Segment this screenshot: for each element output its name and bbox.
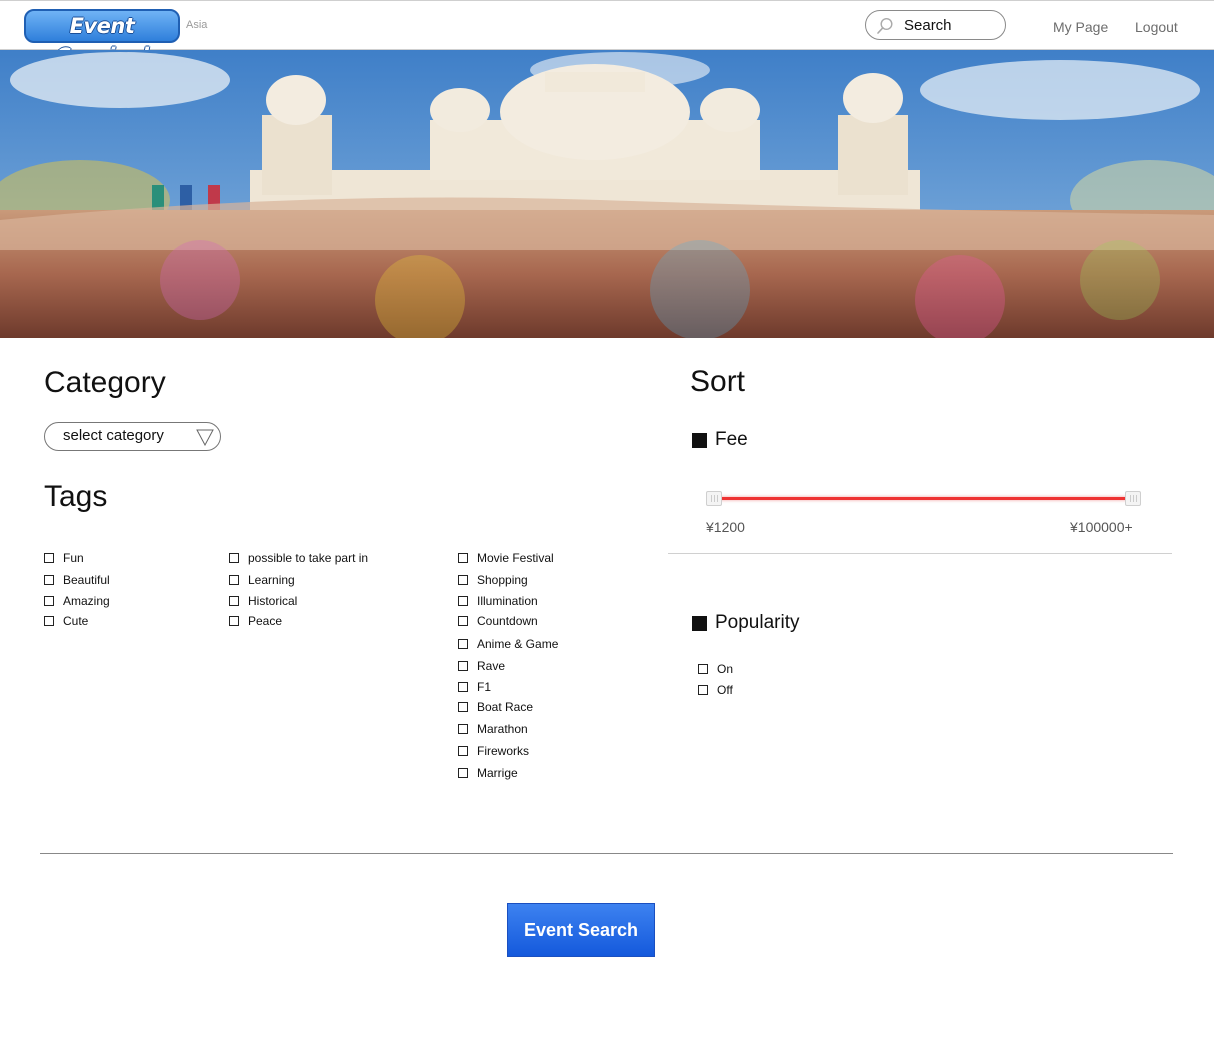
- square-bullet-icon: [692, 615, 707, 631]
- search-input[interactable]: [904, 16, 999, 34]
- tag-label: possible to take part in: [248, 551, 369, 565]
- checkbox[interactable]: [458, 575, 468, 585]
- tags-heading: Tags: [44, 480, 108, 513]
- tag-label: Illumination: [477, 594, 538, 608]
- category-select[interactable]: select category: [44, 422, 221, 451]
- checkbox[interactable]: [458, 661, 468, 671]
- event-carnival-logo[interactable]: Event Carnival: [24, 9, 180, 68]
- tag-checkbox-beautiful[interactable]: Beautiful: [44, 572, 110, 588]
- checkbox[interactable]: [44, 616, 54, 626]
- popularity-option-label: Off: [717, 683, 733, 697]
- fee-max-handle[interactable]: [1125, 491, 1141, 506]
- tag-label: Amazing: [63, 594, 110, 608]
- tag-checkbox-countdown[interactable]: Countdown: [458, 613, 538, 629]
- popularity-checkbox-on[interactable]: On: [698, 661, 733, 677]
- popularity-checkbox-off[interactable]: Off: [698, 682, 733, 698]
- tag-checkbox-fireworks[interactable]: Fireworks: [458, 743, 529, 759]
- tag-checkbox-fun[interactable]: Fun: [44, 550, 84, 566]
- tag-checkbox-anime-game[interactable]: Anime & Game: [458, 636, 558, 652]
- checkbox[interactable]: [458, 682, 468, 692]
- tag-label: Learning: [248, 573, 295, 587]
- event-search-button[interactable]: Event Search: [507, 903, 655, 957]
- tag-label: Peace: [248, 614, 283, 628]
- category-select-label: select category: [63, 427, 164, 444]
- tag-label: Rave: [477, 659, 506, 673]
- tag-checkbox-marathon[interactable]: Marathon: [458, 721, 528, 737]
- checkbox[interactable]: [229, 616, 239, 626]
- tag-label: Beautiful: [63, 573, 110, 587]
- tag-checkbox-learning[interactable]: Learning: [229, 572, 295, 588]
- fee-max-value: ¥100000+: [1070, 519, 1133, 535]
- tag-checkbox-boat-race[interactable]: Boat Race: [458, 699, 533, 715]
- sort-heading: Sort: [690, 365, 746, 398]
- tag-checkbox-rave[interactable]: Rave: [458, 658, 505, 674]
- footer-divider: [40, 853, 1173, 854]
- tag-checkbox-possible-to-take-part-in[interactable]: possible to take part in: [229, 550, 368, 566]
- popularity-label: Popularity: [692, 612, 800, 634]
- my-page-link[interactable]: My Page: [1053, 19, 1108, 35]
- checkbox[interactable]: [458, 596, 468, 606]
- checkbox[interactable]: [458, 746, 468, 756]
- tag-label: Fireworks: [477, 744, 530, 758]
- search-icon: [877, 17, 893, 34]
- checkbox[interactable]: [458, 724, 468, 734]
- tag-label: F1: [477, 680, 492, 694]
- hero-festival-image: [0, 50, 1214, 338]
- tag-label: Fun: [63, 551, 84, 565]
- checkbox[interactable]: [229, 596, 239, 606]
- category-heading: Category: [44, 366, 166, 399]
- checkbox[interactable]: [458, 702, 468, 712]
- sort-divider: [668, 553, 1172, 554]
- tag-label: Historical: [248, 594, 298, 608]
- checkbox[interactable]: [458, 639, 468, 649]
- tag-label: Cute: [63, 614, 89, 628]
- checkbox[interactable]: [229, 575, 239, 585]
- tag-checkbox-movie-festival[interactable]: Movie Festival: [458, 550, 554, 566]
- tag-label: Movie Festival: [477, 551, 554, 565]
- top-header: Event Carnival Asia My Page Logout: [0, 0, 1214, 68]
- checkbox[interactable]: [698, 664, 708, 674]
- tag-checkbox-cute[interactable]: Cute: [44, 613, 88, 629]
- fee-label-text: Fee: [715, 429, 748, 450]
- tag-checkbox-f1[interactable]: F1: [458, 679, 491, 695]
- tag-checkbox-peace[interactable]: Peace: [229, 613, 282, 629]
- fee-min-value: ¥1200: [706, 519, 745, 535]
- tag-checkbox-historical[interactable]: Historical: [229, 593, 297, 609]
- tag-checkbox-amazing[interactable]: Amazing: [44, 593, 110, 609]
- popularity-option-label: On: [717, 662, 734, 676]
- tag-label: Shopping: [477, 573, 528, 587]
- tag-label: Boat Race: [477, 700, 534, 714]
- popularity-label-text: Popularity: [715, 612, 800, 633]
- fee-label: Fee: [692, 429, 748, 451]
- checkbox[interactable]: [698, 685, 708, 695]
- search-box[interactable]: [865, 10, 1006, 40]
- checkbox[interactable]: [44, 553, 54, 563]
- checkbox[interactable]: [458, 768, 468, 778]
- dropdown-triangle-icon: [196, 429, 214, 446]
- checkbox[interactable]: [458, 553, 468, 563]
- tag-label: Marathon: [477, 722, 528, 736]
- fee-min-handle[interactable]: [706, 491, 722, 506]
- square-bullet-icon: [692, 432, 707, 448]
- checkbox[interactable]: [458, 616, 468, 626]
- checkbox[interactable]: [229, 553, 239, 563]
- logout-link[interactable]: Logout: [1135, 19, 1178, 35]
- region-label: Asia: [186, 19, 208, 31]
- tag-label: Marrige: [477, 766, 518, 780]
- tag-label: Anime & Game: [477, 637, 559, 651]
- tag-checkbox-marrige[interactable]: Marrige: [458, 765, 518, 781]
- fee-range-track[interactable]: [714, 497, 1133, 500]
- checkbox[interactable]: [44, 575, 54, 585]
- tag-label: Countdown: [477, 614, 538, 628]
- tag-checkbox-shopping[interactable]: Shopping: [458, 572, 528, 588]
- checkbox[interactable]: [44, 596, 54, 606]
- tag-checkbox-illumination[interactable]: Illumination: [458, 593, 538, 609]
